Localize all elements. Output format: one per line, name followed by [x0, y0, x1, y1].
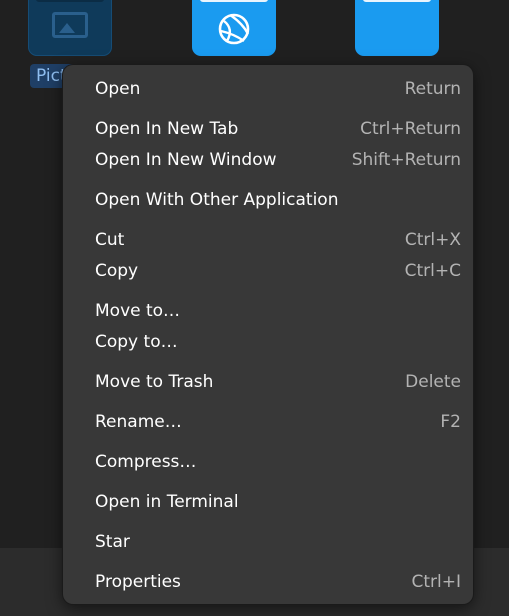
public-folder-icon[interactable] [192, 0, 276, 56]
menu-item-move-to[interactable]: Move to… [69, 295, 467, 326]
menu-item-copy-to[interactable]: Copy to… [69, 326, 467, 357]
menu-item-label: Open With Other Application [95, 189, 339, 210]
menu-item-move-to-trash[interactable]: Move to Trash Delete [69, 366, 467, 397]
menu-item-star[interactable]: Star [69, 526, 467, 557]
menu-item-open-new-tab[interactable]: Open In New Tab Ctrl+Return [69, 113, 467, 144]
menu-item-shortcut: Delete [405, 371, 461, 392]
menu-item-label: Copy [95, 260, 139, 281]
menu-item-open-new-window[interactable]: Open In New Window Shift+Return [69, 144, 467, 175]
menu-item-label: Cut [95, 229, 125, 250]
menu-item-label: Rename… [95, 411, 182, 432]
menu-item-shortcut: Ctrl+I [411, 571, 461, 592]
menu-item-label: Move to… [95, 300, 181, 321]
folder-tab [363, 0, 431, 2]
image-icon [52, 12, 88, 38]
menu-item-shortcut: F2 [440, 411, 461, 432]
folder-icon[interactable] [355, 0, 439, 56]
menu-item-shortcut: Return [404, 78, 461, 99]
menu-item-label: Copy to… [95, 331, 178, 352]
menu-item-label: Open In New Window [95, 149, 277, 170]
menu-item-open-in-terminal[interactable]: Open in Terminal [69, 486, 467, 517]
menu-item-shortcut: Shift+Return [351, 149, 461, 170]
menu-item-label: Move to Trash [95, 371, 214, 392]
menu-item-open[interactable]: Open Return [69, 73, 467, 104]
folder-tab [200, 0, 268, 2]
menu-item-open-with[interactable]: Open With Other Application [69, 184, 467, 215]
menu-item-properties[interactable]: Properties Ctrl+I [69, 566, 467, 597]
menu-item-rename[interactable]: Rename… F2 [69, 406, 467, 437]
menu-item-shortcut: Ctrl+C [404, 260, 461, 281]
context-menu: Open Return Open In New Tab Ctrl+Return … [63, 65, 473, 604]
menu-item-compress[interactable]: Compress… [69, 446, 467, 477]
pictures-folder-icon[interactable] [28, 0, 112, 56]
menu-item-label: Open In New Tab [95, 118, 239, 139]
menu-item-label: Star [95, 531, 130, 552]
menu-item-label: Open in Terminal [95, 491, 239, 512]
globe-icon [218, 13, 250, 45]
menu-item-copy[interactable]: Copy Ctrl+C [69, 255, 467, 286]
menu-item-label: Open [95, 78, 141, 99]
folder-tab [36, 0, 104, 2]
menu-item-label: Compress… [95, 451, 197, 472]
menu-item-shortcut: Ctrl+Return [360, 118, 461, 139]
menu-item-label: Properties [95, 571, 181, 592]
menu-item-cut[interactable]: Cut Ctrl+X [69, 224, 467, 255]
menu-item-shortcut: Ctrl+X [404, 229, 461, 250]
